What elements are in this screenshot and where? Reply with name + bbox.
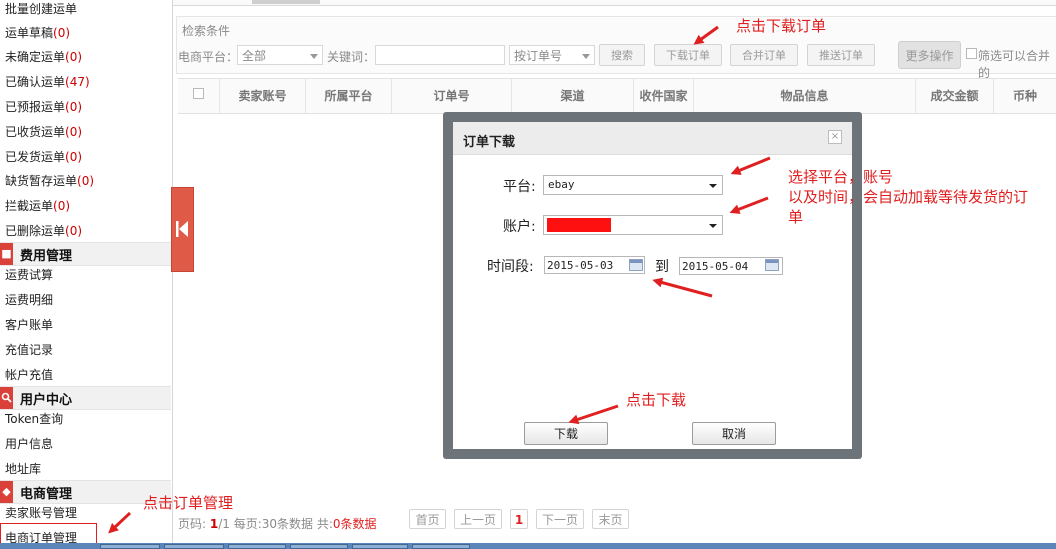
order-type-select[interactable]: 按订单号 bbox=[509, 45, 595, 65]
order-manage-highlight-box bbox=[0, 523, 97, 544]
merge-orders-button[interactable]: 合并订单 bbox=[730, 44, 798, 66]
keyword-label: 关键词： bbox=[327, 50, 376, 64]
more-actions-button[interactable]: 更多操作 bbox=[898, 41, 961, 69]
pager-summary: 页码: 1/1 每页:30条数据 共:0条数据 bbox=[178, 517, 377, 531]
annotation-select-platform-line3: 单 bbox=[788, 208, 804, 226]
sidebar-item-deleted[interactable]: 已删除运单(0) bbox=[5, 222, 82, 239]
sidebar: 批量创建运单 运单草稿(0) 未确定运单(0) 已确认运单(47) 已预报运单(… bbox=[0, 0, 173, 549]
annotation-click-order-manage: 点击订单管理 bbox=[143, 494, 234, 512]
os-taskbar bbox=[0, 543, 1056, 549]
platform-label: 电商平台： bbox=[178, 50, 239, 64]
top-tab-bar bbox=[172, 0, 1056, 6]
date-to-label: 到 bbox=[655, 259, 669, 275]
select-all-checkbox[interactable] bbox=[193, 88, 204, 99]
taskbar-button[interactable] bbox=[164, 544, 224, 549]
taskbar-button[interactable] bbox=[228, 544, 286, 549]
dialog-title: 订单下载 bbox=[463, 135, 516, 150]
col-currency[interactable]: 币种 bbox=[994, 79, 1056, 113]
sidebar-item-intercepted[interactable]: 拦截运单(0) bbox=[5, 197, 70, 214]
sidebar-item-out-of-stock[interactable]: 缺货暂存运单(0) bbox=[5, 172, 94, 189]
dialog-account-select[interactable] bbox=[543, 215, 723, 235]
dialog-title-bar: 订单下载 × bbox=[453, 122, 852, 155]
dialog-cancel-button[interactable]: 取消 bbox=[692, 422, 776, 445]
sidebar-section-title: 电商管理 bbox=[20, 487, 73, 502]
sidebar-item-token-query[interactable]: Token查询 bbox=[5, 410, 63, 427]
dialog-period-label: 时间段: bbox=[487, 259, 534, 275]
sidebar-item-account-recharge[interactable]: 帐户充值 bbox=[5, 366, 53, 383]
sidebar-item-forecast[interactable]: 已预报运单(0) bbox=[5, 98, 82, 115]
sidebar-section-user-center[interactable]: 用户中心 bbox=[0, 386, 171, 410]
sidebar-item-confirmed[interactable]: 已确认运单(47) bbox=[5, 73, 90, 90]
sidebar-item-drafts[interactable]: 运单草稿(0) bbox=[5, 24, 70, 41]
col-platform[interactable]: 所属平台 bbox=[306, 79, 392, 113]
sidebar-item-shipped[interactable]: 已发货运单(0) bbox=[5, 148, 82, 165]
col-channel[interactable]: 渠道 bbox=[512, 79, 634, 113]
calendar-icon[interactable] bbox=[765, 259, 779, 271]
annotation-select-platform-line2: 以及时间，会自动加载等待发货的订 bbox=[788, 188, 1029, 206]
collapse-left-icon bbox=[176, 221, 188, 237]
col-amount[interactable]: 成交金额 bbox=[916, 79, 994, 113]
col-seller-account[interactable]: 卖家账号 bbox=[220, 79, 306, 113]
select-all-cell bbox=[178, 79, 220, 113]
download-orders-button[interactable]: 下载订单 bbox=[654, 44, 722, 66]
tab-stub[interactable] bbox=[252, 0, 320, 4]
sidebar-section-fee[interactable]: ■ 费用管理 bbox=[0, 242, 171, 266]
search-user-icon bbox=[0, 387, 13, 409]
filter-mergeable-label: 筛选可以合并的 bbox=[978, 49, 1051, 80]
search-panel: 检索条件 电商平台： 全部 关键词： 按订单号 搜索 下载订单 合并订单 推送订… bbox=[176, 16, 1056, 80]
calendar-icon[interactable] bbox=[629, 259, 643, 271]
taskbar-button[interactable] bbox=[100, 544, 160, 549]
first-page-button[interactable]: 首页 bbox=[409, 509, 446, 529]
search-panel-title: 检索条件 bbox=[182, 24, 231, 38]
taskbar-button[interactable] bbox=[412, 544, 470, 549]
annotation-click-download-order: 点击下载订单 bbox=[736, 17, 827, 35]
annotation-click-download: 点击下载 bbox=[626, 391, 687, 409]
ecommerce-icon: ◆ bbox=[0, 481, 13, 503]
annotation-select-platform-line1: 选择平台，账号 bbox=[788, 168, 894, 186]
prev-page-button[interactable]: 上一页 bbox=[454, 509, 502, 529]
push-orders-button[interactable]: 推送订单 bbox=[807, 44, 875, 66]
sidebar-item-user-info[interactable]: 用户信息 bbox=[5, 435, 53, 452]
search-button[interactable]: 搜索 bbox=[599, 44, 645, 66]
sidebar-item-customer-bill[interactable]: 客户账单 bbox=[5, 316, 53, 333]
dialog-platform-select[interactable]: ebay bbox=[543, 175, 723, 195]
sidebar-item-seller-account[interactable]: 卖家账号管理 bbox=[5, 504, 77, 521]
sidebar-item-unconfirmed[interactable]: 未确定运单(0) bbox=[5, 48, 82, 65]
sidebar-item-freight-calc[interactable]: 运费试算 bbox=[5, 266, 53, 283]
orders-table-header: 卖家账号 所属平台 订单号 渠道 收件国家 物品信息 成交金额 币种 bbox=[178, 78, 1056, 114]
dialog-account-label: 账户: bbox=[503, 219, 536, 235]
col-country[interactable]: 收件国家 bbox=[634, 79, 694, 113]
keyword-input[interactable] bbox=[375, 45, 505, 65]
taskbar-button[interactable] bbox=[352, 544, 408, 549]
fee-icon: ■ bbox=[0, 243, 13, 265]
dialog-download-button[interactable]: 下载 bbox=[524, 422, 608, 445]
current-page-button[interactable]: 1 bbox=[510, 509, 528, 529]
sidebar-item-freight-detail[interactable]: 运费明细 bbox=[5, 291, 53, 308]
sidebar-item-batch-create[interactable]: 批量创建运单 bbox=[5, 0, 77, 17]
col-order-number[interactable]: 订单号 bbox=[392, 79, 512, 113]
sidebar-section-title: 费用管理 bbox=[20, 249, 73, 264]
redacted-account bbox=[547, 218, 611, 232]
filter-mergeable-checkbox[interactable] bbox=[966, 48, 977, 59]
next-page-button[interactable]: 下一页 bbox=[536, 509, 584, 529]
sidebar-item-received[interactable]: 已收货运单(0) bbox=[5, 123, 82, 140]
chevron-down-icon bbox=[709, 224, 717, 228]
sidebar-collapse-button[interactable] bbox=[171, 187, 194, 272]
last-page-button[interactable]: 末页 bbox=[592, 509, 629, 529]
sidebar-item-address-book[interactable]: 地址库 bbox=[5, 460, 41, 477]
dialog-platform-label: 平台: bbox=[503, 179, 536, 195]
chevron-down-icon bbox=[709, 184, 717, 188]
close-icon[interactable]: × bbox=[828, 130, 842, 144]
sidebar-section-title: 用户中心 bbox=[20, 393, 73, 408]
taskbar-button[interactable] bbox=[290, 544, 348, 549]
col-item-info[interactable]: 物品信息 bbox=[694, 79, 916, 113]
sidebar-item-recharge-record[interactable]: 充值记录 bbox=[5, 341, 53, 358]
platform-select[interactable]: 全部 bbox=[237, 45, 323, 65]
